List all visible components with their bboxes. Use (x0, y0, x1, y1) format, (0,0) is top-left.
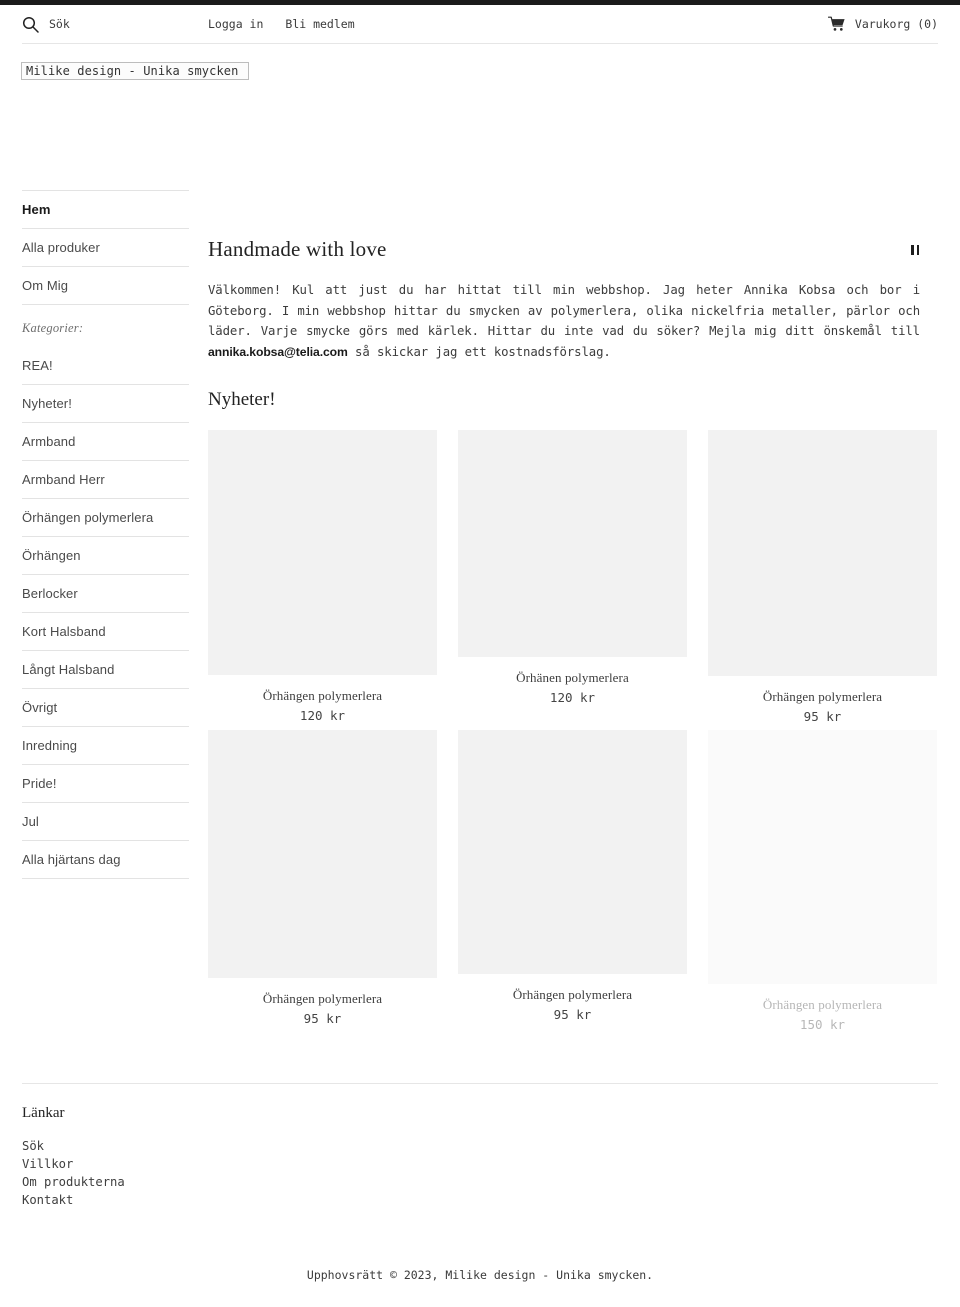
sidebar-item-kort-halsband[interactable]: Kort Halsband (22, 613, 189, 651)
product-image-placeholder[interactable] (708, 430, 937, 676)
header-divider (22, 43, 938, 44)
utility-header: Sök Logga in Bli medlem Varukorg (0) (0, 5, 960, 43)
product-price: 150 kr (799, 1017, 846, 1032)
sidebar-item-orhangen-polymerlera[interactable]: Örhängen polymerlera (22, 499, 189, 537)
page-title: Handmade with love (208, 237, 387, 261)
product-price: 95 kr (553, 1007, 592, 1022)
search-label[interactable]: Sök (49, 17, 70, 31)
product-grid-row: Örhängen polymerlera 95 kr Örhängen polyme… (208, 730, 938, 1040)
product-card[interactable]: Örhängen polymerlera 95 kr (708, 430, 937, 725)
footer-divider (22, 1083, 938, 1084)
sidebar-item-orhangen[interactable]: Örhängen (22, 537, 189, 575)
sidebar-navigation: Hem Alla produker Om Mig Kategorier: REA… (22, 190, 189, 879)
product-name: Örhängen polymerlera (262, 991, 383, 1006)
product-name: Örhängen polymerlera (762, 689, 883, 704)
sidebar-item-alla-hjartans-dag[interactable]: Alla hjärtans dag (22, 841, 189, 879)
sidebar-item-rea[interactable]: REA! (22, 347, 189, 385)
product-card[interactable]: Örhängen polymerlera 95 kr (458, 730, 687, 1023)
pause-bar-right (916, 245, 919, 255)
sidebar-item-pride[interactable]: Pride! (22, 765, 189, 803)
sidebar-item-om-mig[interactable]: Om Mig (22, 267, 189, 305)
cart-control[interactable]: Varukorg (0) (827, 5, 938, 43)
product-grid: Örhängen polymerlera 120 kr Örhänen polyme… (208, 430, 938, 1040)
product-card[interactable]: Örhänen polymerlera 120 kr (458, 430, 687, 706)
intro-paragraph: Välkommen! Kul att just du har hittat ti… (208, 280, 920, 362)
product-price: 95 kr (803, 709, 842, 724)
product-grid-row: Örhängen polymerlera 120 kr Örhänen polyme… (208, 430, 938, 730)
footer: Länkar Sök Villkor Om produkterna Kontak… (22, 1103, 422, 1209)
cart-label[interactable]: Varukorg (0) (855, 17, 938, 31)
product-image-placeholder[interactable] (208, 430, 437, 675)
product-image-placeholder[interactable] (708, 730, 937, 984)
product-image-placeholder[interactable] (208, 730, 437, 978)
sidebar-item-inredning[interactable]: Inredning (22, 727, 189, 765)
sidebar-item-nyheter[interactable]: Nyheter! (22, 385, 189, 423)
product-card[interactable]: Örhängen polymerlera 120 kr (208, 430, 437, 724)
sidebar-item-armband-herr[interactable]: Armband Herr (22, 461, 189, 499)
sidebar-item-alla-produker[interactable]: Alla produker (22, 229, 189, 267)
shopping-cart-icon[interactable] (827, 16, 846, 32)
sidebar-item-ovrigt[interactable]: Övrigt (22, 689, 189, 727)
pause-bar-left (911, 245, 914, 255)
product-card[interactable]: Örhängen polymerlera 150 kr (708, 730, 937, 1033)
product-name: Örhängen polymerlera (262, 688, 383, 703)
product-image-placeholder[interactable] (458, 730, 687, 974)
product-price: 120 kr (549, 690, 596, 705)
sidebar-categories-heading: Kategorier: (22, 321, 84, 335)
footer-link-villkor[interactable]: Villkor (22, 1155, 422, 1173)
footer-link-kontakt[interactable]: Kontakt (22, 1191, 422, 1209)
footer-link-sok[interactable]: Sök (22, 1137, 422, 1155)
sidebar-item-berlocker[interactable]: Berlocker (22, 575, 189, 613)
intro-text-part2: så skickar jag ett kostnadsförslag. (347, 344, 611, 359)
sidebar-item-jul[interactable]: Jul (22, 803, 189, 841)
sidebar-item-langt-halsband[interactable]: Långt Halsband (22, 651, 189, 689)
signup-link[interactable]: Bli medlem (285, 17, 354, 31)
site-logo-alt-text: Milike design - Unika smycken (26, 64, 239, 78)
footer-link-om-produkterna[interactable]: Om produkterna (22, 1173, 422, 1191)
login-link[interactable]: Logga in (208, 17, 263, 31)
copyright-notice: Upphovsrätt © 2023, Milike design - Unik… (306, 1268, 654, 1282)
product-price: 95 kr (303, 1011, 342, 1026)
search-control[interactable]: Sök (22, 5, 70, 43)
intro-text-part1: Välkommen! Kul att just du har hittat ti… (208, 283, 920, 338)
section-title-nyheter: Nyheter! (208, 389, 276, 410)
contact-email-link[interactable]: annika.kobsa@telia.com (208, 345, 348, 359)
page-title-row: Handmade with love (208, 234, 938, 268)
main-content: Handmade with love Välkommen! Kul att ju… (208, 234, 938, 1040)
auth-links: Logga in Bli medlem (208, 5, 355, 43)
product-name: Örhänen polymerlera (516, 670, 629, 685)
site-logo-broken-image[interactable]: Milike design - Unika smycken (21, 62, 249, 80)
product-image-placeholder[interactable] (458, 430, 687, 657)
sidebar-item-armband[interactable]: Armband (22, 423, 189, 461)
product-card[interactable]: Örhängen polymerlera 95 kr (208, 730, 437, 1027)
product-name: Örhängen polymerlera (762, 997, 883, 1012)
product-price: 120 kr (299, 708, 346, 723)
search-icon[interactable] (22, 16, 39, 33)
sidebar-item-hem[interactable]: Hem (22, 191, 189, 229)
footer-title: Länkar (22, 1105, 65, 1121)
pause-icon[interactable] (909, 244, 921, 256)
product-name: Örhängen polymerlera (512, 987, 633, 1002)
